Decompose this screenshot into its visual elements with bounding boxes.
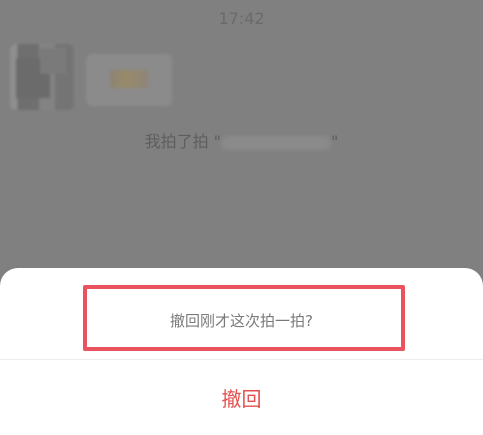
message-timestamp: 17:42 [218, 9, 265, 28]
pat-notification: 我拍了拍 " " [0, 128, 483, 152]
highlight-annotation-box [83, 285, 405, 351]
avatar[interactable] [10, 44, 74, 110]
action-sheet: 撤回刚才这次拍一拍? 撤回 [0, 268, 483, 435]
message-bubble[interactable] [86, 54, 172, 106]
blurred-username [221, 135, 332, 150]
pat-text-suffix: " [331, 132, 339, 151]
action-sheet-header: 撤回刚才这次拍一拍? [0, 268, 483, 360]
revoke-button[interactable]: 撤回 [0, 360, 483, 435]
pat-text-prefix: 我拍了拍 " [144, 132, 222, 151]
chat-background: 17:42 我拍了拍 " " [0, 0, 483, 300]
